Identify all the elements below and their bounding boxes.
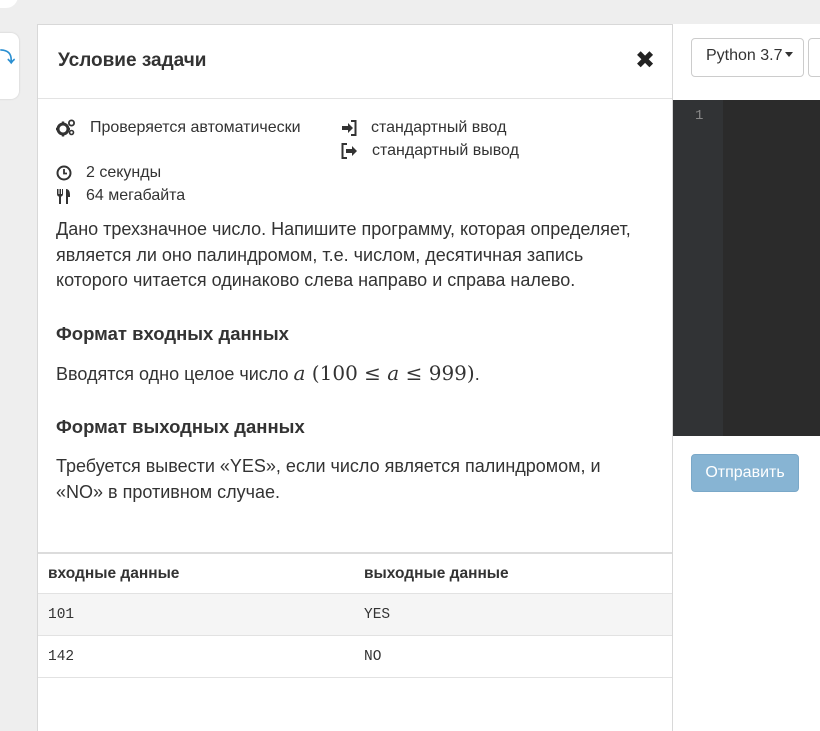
samples-header: входные данные выходные данные (38, 554, 672, 594)
meta-input-text: стандартный ввод (371, 119, 507, 136)
meta-input: стандартный ввод (341, 119, 506, 137)
meta-output-text: стандартный вывод (372, 142, 519, 159)
sample-input: 142 (48, 648, 75, 665)
panel-title: Условие задачи (58, 50, 207, 71)
problem-panel: Условие задачи ✖ Проверяется автоматичес… (37, 24, 673, 731)
samples-table: входные данные выходные данные 101 YES 1… (38, 552, 672, 678)
code-editor[interactable]: 1 (673, 100, 820, 436)
panel-header: Условие задачи ✖ (38, 25, 672, 99)
input-format-heading: Формат входных данных (56, 322, 289, 344)
sign-out-icon (341, 143, 357, 159)
problem-description: Дано трехзначное число. Напишите програм… (56, 219, 631, 290)
problem-body: Проверяется автоматически стандартный вв… (38, 99, 672, 505)
input-format-lead: Вводятся одно целое число (56, 363, 289, 384)
meta-output: стандартный вывод (341, 142, 519, 160)
formula-upper: 999 (428, 360, 467, 385)
sample-output: NO (364, 648, 382, 665)
cutlery-icon (57, 188, 70, 204)
problem-meta: Проверяется автоматически стандартный вв… (56, 115, 652, 215)
cogs-icon (56, 119, 75, 137)
editor-panel: Python 3.7 1 Отправить (673, 24, 820, 731)
sample-output: YES (364, 606, 391, 623)
formula-var: a (293, 360, 306, 385)
meta-check: Проверяется автоматически (56, 119, 301, 137)
chevron-down-icon (784, 52, 793, 58)
editor-gutter: 1 (673, 100, 723, 436)
meta-time: 2 секунды (56, 164, 161, 182)
sample-input: 101 (48, 606, 75, 623)
meta-memory: 64 мегабайта (56, 187, 185, 205)
meta-time-text: 2 секунды (86, 164, 162, 181)
side-decoration (0, 0, 18, 8)
editor-options-button[interactable] (808, 38, 820, 77)
meta-memory-text: 64 мегабайта (86, 187, 186, 204)
formula-var-2: a (387, 360, 400, 385)
side-tab[interactable]: ⤵ (0, 33, 19, 99)
submit-button[interactable]: Отправить (691, 454, 799, 492)
table-row: 101 YES (38, 594, 672, 636)
samples-header-input: входные данные (48, 564, 180, 582)
output-format-text: Требуется вывести «YES», если число явля… (56, 456, 601, 502)
side-tab-icon: ⤵ (0, 49, 16, 66)
input-constraint-formula: a (100 ≤ a ≤ 999) (293, 360, 475, 385)
table-row: 142 NO (38, 636, 672, 678)
line-number: 1 (695, 108, 704, 124)
output-format-heading: Формат выходных данных (56, 416, 305, 437)
input-format-text: Вводятся одно целое число a (100 ≤ a ≤ 9… (56, 361, 652, 388)
language-select[interactable]: Python 3.7 (691, 38, 804, 77)
close-icon[interactable]: ✖ (634, 49, 656, 73)
language-select-value: Python 3.7 (706, 47, 783, 64)
formula-lower: 100 (319, 360, 358, 385)
meta-check-text: Проверяется автоматически (90, 119, 301, 136)
sign-in-icon (342, 120, 357, 136)
samples-header-output: выходные данные (364, 564, 509, 582)
clock-icon (56, 165, 72, 181)
input-format-tail: . (474, 363, 480, 384)
